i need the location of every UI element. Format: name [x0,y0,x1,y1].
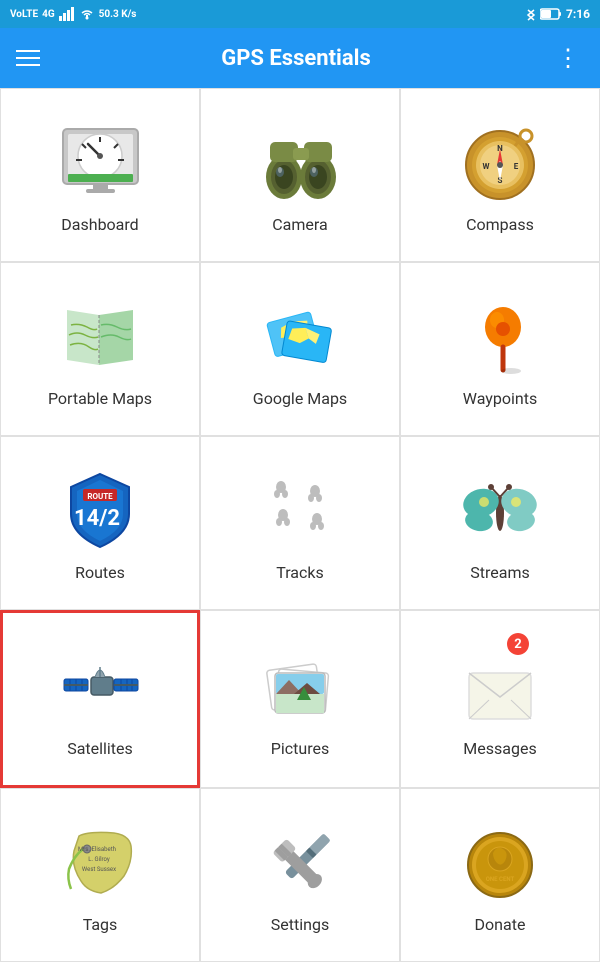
routes-icon: ROUTE 14/2 [55,465,145,555]
messages-icon [455,641,545,731]
tracks-label: Tracks [276,563,324,582]
google-maps-icon [255,291,345,381]
svg-text:L. Gilroy: L. Gilroy [88,856,110,863]
grid-item-donate[interactable]: ONE CENT Donate [400,788,600,962]
grid-item-google-maps[interactable]: Google Maps [200,262,400,436]
tags-icon: Mrs. Elisabeth L. Gilroy West Sussex [55,817,145,907]
donate-label: Donate [475,915,526,934]
tags-label: Tags [83,915,118,934]
bluetooth-icon [526,7,536,21]
portable-maps-icon [55,291,145,381]
main-grid: Dashboard [0,88,600,962]
portable-maps-label: Portable Maps [48,389,152,408]
grid-item-portable-maps[interactable]: Portable Maps [0,262,200,436]
routes-label: Routes [75,563,125,582]
google-maps-label: Google Maps [253,389,347,408]
grid-item-streams[interactable]: Streams [400,436,600,610]
svg-text:Mrs. Elisabeth: Mrs. Elisabeth [78,846,116,853]
satellites-icon [55,641,145,731]
donate-icon: ONE CENT [455,817,545,907]
pictures-icon [255,641,345,731]
compass-icon: N S W E [455,117,545,207]
camera-label: Camera [272,215,327,234]
status-left: VoLTE 4G 50.3 K/s [10,7,136,21]
camera-icon [255,117,345,207]
status-bar: VoLTE 4G 50.3 K/s 7:16 [0,0,600,28]
signal-icon [59,7,75,21]
time-text: 7:16 [566,7,590,21]
streams-icon [455,465,545,555]
svg-text:W: W [483,162,490,171]
carrier-text: VoLTE [10,9,38,20]
grid-item-tags[interactable]: Mrs. Elisabeth L. Gilroy West Sussex Tag… [0,788,200,962]
grid-item-compass[interactable]: N S W E Compass [400,88,600,262]
battery-icon [540,7,562,21]
svg-text:E: E [514,162,519,171]
messages-label: Messages [463,739,536,758]
compass-label: Compass [466,215,534,234]
grid-item-camera[interactable]: Camera [200,88,400,262]
tracks-icon [255,465,345,555]
waypoints-icon [455,291,545,381]
toolbar: GPS Essentials ⋮ [0,28,600,88]
speed-text: 50.3 K/s [99,9,137,20]
dashboard-label: Dashboard [61,215,138,234]
grid-item-settings[interactable]: Settings [200,788,400,962]
status-right: 7:16 [526,7,590,21]
grid-item-messages[interactable]: 2 Messages [400,610,600,788]
settings-label: Settings [271,915,329,934]
grid-item-pictures[interactable]: Pictures [200,610,400,788]
messages-badge: 2 [507,633,529,655]
svg-text:ONE CENT: ONE CENT [486,876,515,883]
grid-item-dashboard[interactable]: Dashboard [0,88,200,262]
waypoints-label: Waypoints [463,389,537,408]
streams-label: Streams [470,563,529,582]
grid-item-waypoints[interactable]: Waypoints [400,262,600,436]
dashboard-icon [55,117,145,207]
svg-text:ROUTE: ROUTE [87,492,113,501]
satellites-label: Satellites [67,739,133,758]
svg-text:West Sussex: West Sussex [82,866,116,873]
menu-button[interactable] [16,50,40,66]
app-title: GPS Essentials [40,46,552,71]
grid-item-routes[interactable]: ROUTE 14/2 Routes [0,436,200,610]
more-button[interactable]: ⋮ [552,40,584,76]
svg-text:14/2: 14/2 [74,506,120,531]
network-type: 4G [42,9,55,20]
pictures-label: Pictures [271,739,329,758]
grid-item-satellites[interactable]: Satellites [0,610,200,788]
grid-item-tracks[interactable]: Tracks [200,436,400,610]
settings-icon [255,817,345,907]
wifi-icon [79,7,95,21]
